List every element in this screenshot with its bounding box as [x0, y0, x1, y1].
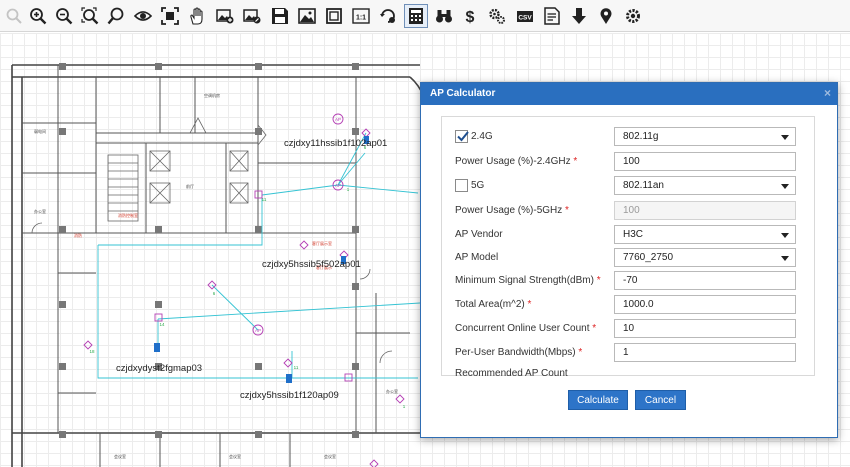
power-5ghz-label: Power Usage (%)-5GHz * [455, 205, 569, 216]
add-image-icon[interactable] [213, 4, 237, 28]
edit-image-icon[interactable] [240, 4, 264, 28]
svg-text:办公室: 办公室 [386, 388, 398, 394]
calculator-icon[interactable] [404, 4, 428, 28]
power-2-4ghz-input[interactable]: 100 [614, 152, 796, 171]
min-signal-input[interactable]: -70 [614, 271, 796, 290]
dialog-title: AP Calculator [430, 88, 496, 99]
ap-label[interactable]: czjdxy11hssib1f102ap01 [284, 138, 387, 149]
per-user-bandwidth-label: Per-User Bandwidth(Mbps) * [455, 347, 583, 358]
ap-model-value: 7760_2750 [623, 252, 674, 263]
gear-icon[interactable] [621, 4, 645, 28]
eye-icon[interactable] [131, 4, 155, 28]
svg-text:消防: 消防 [74, 232, 82, 238]
band-2-4g-label: 2.4G [471, 131, 493, 142]
chevron-down-icon [781, 233, 789, 238]
settings-icon[interactable] [485, 4, 509, 28]
actual-size-label: 1:1 [356, 15, 366, 22]
total-area-label: Total Area(m^2) * [455, 299, 532, 310]
csv-label: CSV [518, 15, 532, 22]
svg-text:AP: AP [335, 183, 341, 188]
min-signal-label: Minimum Signal Strength(dBm) * [455, 275, 601, 286]
pan-hand-icon[interactable] [185, 4, 209, 28]
calculator-form: 2.4G 802.11g Power Usage (%)-2.4GHz * 10… [441, 116, 815, 379]
zoom-in-icon[interactable] [26, 4, 50, 28]
required-marker: * [565, 205, 569, 216]
zoom-out-icon[interactable] [52, 4, 76, 28]
standard-5g-value: 802.11an [623, 180, 664, 191]
band-2-4g-checkbox[interactable] [455, 130, 469, 143]
svg-text:AP: AP [255, 328, 261, 333]
calculate-button[interactable]: Calculate [568, 390, 628, 410]
svg-text:消防控制室: 消防控制室 [118, 212, 138, 218]
frame-icon[interactable] [322, 4, 346, 28]
location-pin-icon[interactable] [594, 4, 618, 28]
close-icon[interactable]: × [824, 87, 831, 99]
recommended-ap-count-label: Recommended AP Count [455, 368, 568, 379]
svg-text:11: 11 [294, 365, 299, 370]
ap-vendor-label: AP Vendor [455, 229, 503, 240]
svg-text:AP: AP [335, 117, 341, 122]
svg-text:11: 11 [262, 197, 267, 202]
ap-label[interactable]: czjdxydyst2fgmap03 [116, 363, 202, 374]
svg-text:$: $ [466, 9, 475, 25]
fullscreen-icon[interactable] [158, 4, 182, 28]
refresh-location-icon[interactable] [376, 4, 400, 28]
chevron-down-icon [781, 184, 789, 189]
svg-text:前厅: 前厅 [186, 183, 194, 189]
svg-text:办公室: 办公室 [34, 208, 46, 214]
dialog-header: AP Calculator × [421, 83, 837, 105]
download-icon[interactable] [567, 4, 591, 28]
chevron-down-icon [781, 135, 789, 140]
csv-export-icon[interactable]: CSV [513, 4, 537, 28]
actual-size-icon[interactable]: 1:1 [349, 4, 373, 28]
zoom-fit-icon[interactable] [78, 4, 102, 28]
ap-label[interactable]: czjdxy5hssib5f502ap01 [262, 259, 361, 270]
total-area-input[interactable]: 1000.0 [614, 295, 796, 314]
required-marker: * [596, 275, 601, 286]
required-marker: * [578, 347, 583, 358]
band-5g-label: 5G [471, 180, 485, 191]
svg-text:14: 14 [159, 322, 165, 327]
svg-text:会议室: 会议室 [114, 453, 126, 459]
cancel-button[interactable]: Cancel [635, 390, 686, 410]
svg-text:会议室: 会议室 [324, 453, 336, 459]
report-icon[interactable] [540, 4, 564, 28]
power-2-4ghz-label: Power Usage (%)-2.4GHz * [455, 156, 578, 167]
band-5g-checkbox[interactable] [455, 179, 468, 192]
standard-2-4g-select[interactable]: 802.11g [614, 127, 796, 146]
per-user-bandwidth-input[interactable]: 1 [614, 343, 796, 362]
concurrent-users-label: Concurrent Online User Count * [455, 323, 597, 334]
concurrent-users-input[interactable]: 10 [614, 319, 796, 338]
ap-calculator-dialog: AP Calculator × 2.4G 802.11g Power Usage… [420, 82, 838, 438]
ap-label[interactable]: czjdxy5hssib1f120ap09 [240, 390, 339, 401]
select-icon[interactable] [2, 4, 26, 28]
svg-text:1: 1 [403, 404, 406, 409]
svg-text:1: 1 [347, 187, 350, 192]
svg-text:会议室: 会议室 [229, 453, 241, 459]
toolbar: 1:1 $ CSV [0, 0, 850, 32]
required-marker: * [592, 323, 597, 334]
standard-2-4g-value: 802.11g [623, 131, 659, 142]
ap-vendor-value: H3C [623, 229, 644, 240]
ap-model-select[interactable]: 7760_2750 [614, 248, 796, 267]
svg-text:空调机房: 空调机房 [204, 92, 220, 98]
ap-vendor-select[interactable]: H3C [614, 225, 796, 244]
search-icon[interactable] [104, 4, 128, 28]
save-icon[interactable] [268, 4, 292, 28]
app-window: 1:1 $ CSV AP AP AP 1 6 11 6 14 18 11 1 消… [0, 0, 850, 467]
svg-text:客厅展示室: 客厅展示室 [312, 240, 332, 246]
svg-text:弱电间: 弱电间 [34, 128, 46, 134]
ap-model-label: AP Model [455, 252, 499, 263]
image-icon[interactable] [295, 4, 319, 28]
power-5ghz-input[interactable]: 100 [614, 201, 796, 220]
standard-5g-select[interactable]: 802.11an [614, 176, 796, 195]
required-marker: * [527, 299, 532, 310]
required-marker: * [573, 156, 578, 167]
svg-text:18: 18 [89, 349, 95, 354]
binoculars-icon[interactable] [432, 4, 456, 28]
chevron-down-icon [781, 256, 789, 261]
svg-text:6: 6 [213, 291, 216, 296]
dollar-icon[interactable]: $ [458, 4, 482, 28]
